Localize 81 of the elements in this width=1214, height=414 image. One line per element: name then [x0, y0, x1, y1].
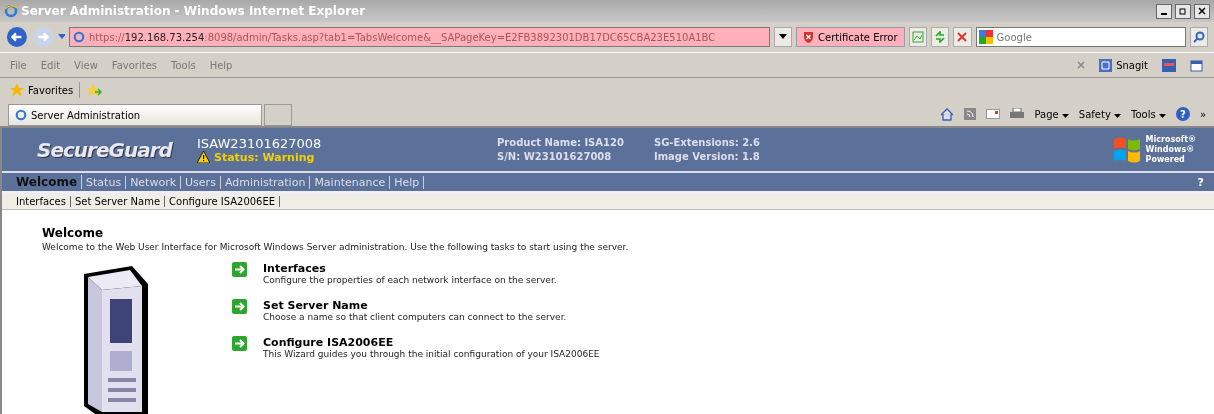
- star-icon: [10, 83, 24, 97]
- task-link[interactable]: Configure ISA2006EE: [263, 336, 600, 349]
- sub-nav-link[interactable]: Set Server Name: [71, 195, 166, 207]
- windows-powered-text: Powered: [1145, 154, 1186, 165]
- refresh-button[interactable]: [930, 27, 950, 47]
- home-icon[interactable]: [940, 107, 955, 121]
- close-icon[interactable]: [1077, 61, 1086, 69]
- help-link[interactable]: ?: [1197, 175, 1204, 189]
- product-name: Product Name: ISA120: [497, 135, 624, 150]
- extensions-version: SG-Extensions: 2.6: [653, 135, 760, 150]
- window-icon[interactable]: [1162, 58, 1176, 72]
- host-name: ISAW23101627008: [197, 135, 323, 151]
- nav-tab[interactable]: Help: [390, 175, 425, 189]
- browser-tab[interactable]: Server Administration: [8, 104, 262, 126]
- windows-powered-text: Windows®: [1145, 144, 1196, 155]
- sub-nav-link[interactable]: Configure ISA2006EE: [165, 195, 281, 207]
- window-title: Server Administration - Windows Internet Explorer: [21, 4, 367, 18]
- sub-nav-link[interactable]: Interfaces: [12, 195, 71, 207]
- close-button[interactable]: [1194, 3, 1210, 19]
- nav-tab[interactable]: Network: [126, 175, 182, 189]
- caret-icon: [1114, 113, 1122, 118]
- nav-tab[interactable]: Status: [82, 175, 127, 189]
- dropdown-button[interactable]: [773, 27, 792, 47]
- help-button[interactable]: ?: [1175, 107, 1190, 121]
- task-description: Configure the properties of each network interface on the server.: [263, 275, 557, 285]
- ie-logo-icon: [4, 4, 18, 18]
- add-favorite-icon[interactable]: [86, 83, 103, 97]
- caret-icon[interactable]: [57, 34, 65, 40]
- compatibility-button[interactable]: [908, 27, 927, 47]
- page-icon: [72, 31, 85, 43]
- picture-icon: [911, 31, 924, 43]
- status-text: Status: Warning: [214, 150, 315, 164]
- arrow-icon[interactable]: [232, 299, 247, 314]
- command-menu[interactable]: Tools: [1131, 108, 1166, 120]
- restore-icon: [1179, 7, 1187, 15]
- nav-tab[interactable]: Maintenance: [310, 175, 391, 189]
- nav-tab[interactable]: Welcome: [12, 175, 83, 189]
- stop-button[interactable]: [953, 27, 972, 47]
- restore-button[interactable]: [1175, 3, 1191, 19]
- logo-text: SecureGuard: [36, 137, 174, 162]
- more-chevron[interactable]: »: [1199, 108, 1206, 120]
- snagit-icon: [1099, 58, 1113, 72]
- stop-icon: [957, 32, 968, 42]
- search-icon: [1192, 31, 1205, 43]
- printer-icon[interactable]: [1010, 108, 1025, 120]
- caret-icon: [1061, 113, 1069, 118]
- serial-number: S/N: W23101627008: [497, 149, 613, 164]
- page-icon: [15, 109, 27, 121]
- nav-tab[interactable]: Users: [181, 175, 221, 189]
- caret-icon: [778, 34, 787, 40]
- arrow-icon[interactable]: [232, 262, 247, 277]
- address-field[interactable]: https://192.168.73.254:8098/admin/Tasks.asp?tab1=TabsWelcome&__SAPageKey=E2FB3892301DB17DC65CBA23E510A1BC: [68, 27, 770, 47]
- search-provider-icon: [978, 30, 993, 44]
- search-button[interactable]: [1189, 27, 1208, 47]
- arrow-icon[interactable]: [232, 336, 247, 351]
- document-icon[interactable]: [1190, 58, 1204, 72]
- windows-powered-text: Microsoft®: [1145, 134, 1196, 145]
- welcome-heading: Welcome: [42, 226, 105, 240]
- warning-icon: [197, 151, 210, 163]
- certificate-error-button[interactable]: Certificate Error: [796, 27, 905, 47]
- nav-tab[interactable]: Administration: [220, 175, 311, 189]
- windows-flag-icon: [1111, 135, 1142, 164]
- refresh-icon: [934, 31, 947, 43]
- task-link[interactable]: Set Server Name: [263, 299, 567, 312]
- feed-icon[interactable]: [964, 108, 977, 120]
- minimize-button[interactable]: [1156, 3, 1172, 19]
- search-field[interactable]: Google: [975, 27, 1186, 47]
- snagit-button[interactable]: Snagit: [1099, 58, 1148, 72]
- image-version: Image Version: 1.8: [653, 149, 760, 164]
- favorites-button[interactable]: Favorites: [10, 83, 74, 97]
- task-description: Choose a name so that client computers can connect to the server.: [263, 312, 567, 322]
- caret-icon: [1158, 113, 1166, 118]
- close-icon: [1198, 7, 1206, 15]
- mail-icon[interactable]: [986, 109, 1001, 119]
- back-button[interactable]: [6, 25, 28, 49]
- command-menu[interactable]: Page: [1034, 108, 1069, 120]
- task-link[interactable]: Interfaces: [263, 262, 557, 275]
- task-description: This Wizard guides you through the initial configuration of your ISA2006EE: [263, 349, 600, 359]
- intro-text: Welcome to the Web User Interface for Microsoft Windows Server administration. Use the following tasks to start using the server.: [42, 242, 630, 252]
- shield-icon: [803, 31, 814, 43]
- command-menu[interactable]: Safety: [1078, 108, 1122, 120]
